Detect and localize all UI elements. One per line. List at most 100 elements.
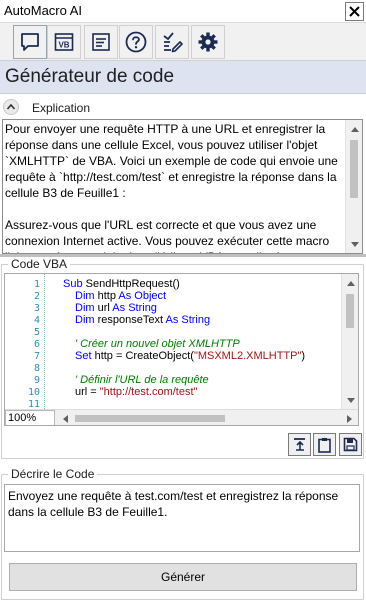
code-token: Dim: [75, 314, 98, 326]
code-token: Set: [75, 350, 95, 362]
explication-line: Assurez-vous que l'URL est correcte et q…: [5, 218, 317, 232]
chevron-up-icon: [6, 103, 16, 110]
explication-scrollbar[interactable]: [345, 120, 362, 253]
scroll-up-arrow[interactable]: [346, 120, 362, 137]
explication-line: Pour envoyer une requête HTTP à une URL …: [5, 122, 326, 136]
zoom-select[interactable]: 100%: [5, 410, 55, 425]
arrow-up-icon: [350, 126, 359, 132]
explication-textarea[interactable]: Pour envoyer une requête HTTP à une URL …: [2, 119, 363, 254]
edit-check-icon: [163, 32, 183, 53]
explication-line: [5, 201, 343, 217]
code-token: Dim: [75, 302, 98, 314]
explication-line: cellule B3 de Feuille1 :: [5, 186, 126, 200]
clipboard-icon: [318, 437, 331, 453]
line-number-gutter: 1 2 3 4 5 6 7 8 9 10 11: [5, 274, 45, 410]
explication-line: requête à `http://test.com/test` et enre…: [5, 170, 337, 184]
code-token: http: [97, 290, 119, 302]
code-line: ' Créer un nouvel objet XMLHTTP: [75, 338, 240, 350]
code-editor[interactable]: 1 2 3 4 5 6 7 8 9 10 11 Sub SendHttpRequest() Dim h…: [4, 273, 359, 426]
code-token: As String: [165, 314, 211, 326]
describe-textarea[interactable]: Envoyez une requête à test.com/test et e…: [4, 484, 360, 552]
page-title: Générateur de code: [5, 66, 175, 87]
svg-text:VB: VB: [58, 41, 69, 50]
insert-icon: [294, 438, 305, 451]
code-token: url =: [75, 386, 100, 398]
code-token: Sub: [63, 278, 86, 290]
code-vba-label: Code VBA: [8, 257, 71, 271]
code-token: ' Créer un nouvel objet XMLHTTP: [75, 338, 240, 350]
code-token: http = CreateObject(: [94, 350, 194, 362]
window-title: AutoMacro AI: [4, 3, 83, 18]
arrow-down-icon: [346, 397, 355, 403]
code-vscrollbar[interactable]: [341, 274, 358, 409]
code-token: ): [301, 350, 306, 362]
chat-bubble-icon: [21, 33, 39, 51]
code-token: SendHttpRequest(): [85, 278, 180, 290]
code-scroll-thumb[interactable]: [346, 294, 354, 328]
help-icon: [125, 31, 147, 53]
code-token: responseText: [97, 314, 166, 326]
document-button[interactable]: [84, 25, 118, 59]
code-hscrollbar[interactable]: [57, 410, 358, 425]
line-number: 6: [33, 339, 40, 350]
line-number: 7: [33, 351, 40, 362]
code-token: As Object: [118, 290, 167, 302]
code-scroll-down[interactable]: [342, 392, 358, 409]
code-token: url: [97, 302, 113, 314]
code-line: ' Définir l'URL de la requête: [75, 374, 209, 386]
document-list-icon: [92, 33, 110, 51]
explication-header[interactable]: Explication: [0, 96, 366, 118]
line-number: 2: [33, 291, 40, 302]
explication-label: Explication: [32, 101, 91, 115]
explication-line: réponse dans une cellule Excel, vous pou…: [5, 138, 318, 152]
vba-button[interactable]: VB: [47, 25, 81, 59]
code-scroll-up[interactable]: [342, 274, 358, 291]
code-token: As String: [112, 302, 157, 314]
code-line: url = "http://test.com/test": [75, 386, 197, 398]
code-hscroll-thumb[interactable]: [75, 415, 225, 422]
copy-code-button[interactable]: [313, 433, 336, 456]
save-icon: [343, 437, 358, 452]
line-number: 4: [33, 315, 40, 326]
save-code-button[interactable]: [339, 433, 362, 456]
chat-button[interactable]: [13, 25, 47, 59]
settings-button[interactable]: [191, 25, 225, 59]
close-button[interactable]: [345, 2, 364, 21]
code-token: "http://test.com/test": [99, 386, 198, 398]
generate-button[interactable]: Générer: [9, 563, 357, 591]
code-line: Sub SendHttpRequest(): [63, 278, 180, 290]
code-line: Dim http As Object: [75, 290, 166, 302]
page-header: Générateur de code: [0, 61, 366, 94]
edit-check-button[interactable]: [155, 25, 189, 59]
close-icon: [349, 6, 360, 17]
line-number: 8: [33, 363, 40, 374]
toolbar: VB: [0, 23, 366, 61]
describe-text: Envoyez une requête à test.com/test et e…: [8, 489, 339, 519]
explication-line: `XMLHTTP` de VBA. Voici un exemple de co…: [5, 154, 338, 168]
scroll-thumb[interactable]: [350, 140, 358, 198]
line-number: 5: [33, 327, 40, 338]
arrow-left-icon[interactable]: [62, 415, 68, 423]
line-number: 3: [33, 303, 40, 314]
line-number: 1: [33, 279, 40, 290]
code-token: "MSXML2.XMLHTTP": [193, 350, 302, 362]
code-line: Dim responseText As String: [75, 314, 210, 326]
title-bar: AutoMacro AI: [0, 0, 366, 23]
line-number: 10: [27, 387, 40, 398]
arrow-down-icon: [350, 241, 359, 247]
code-token: Dim: [75, 290, 98, 302]
code-token: ' Définir l'URL de la requête: [75, 374, 209, 386]
editor-footer: 100%: [5, 409, 358, 425]
code-line: Dim url As String: [75, 302, 157, 314]
code-line: Set http = CreateObject("MSXML2.XMLHTTP"…: [75, 350, 305, 362]
line-number: 9: [33, 375, 40, 386]
collapse-button[interactable]: [3, 99, 19, 115]
arrow-up-icon: [346, 280, 355, 286]
gear-icon: [198, 32, 218, 52]
vba-icon: VB: [54, 33, 74, 51]
insert-code-button[interactable]: [288, 433, 311, 456]
scroll-down-arrow[interactable]: [346, 236, 362, 253]
explication-text: Pour envoyer une requête HTTP à une URL …: [5, 121, 343, 253]
help-button[interactable]: [119, 25, 153, 59]
arrow-right-icon[interactable]: [347, 415, 353, 423]
